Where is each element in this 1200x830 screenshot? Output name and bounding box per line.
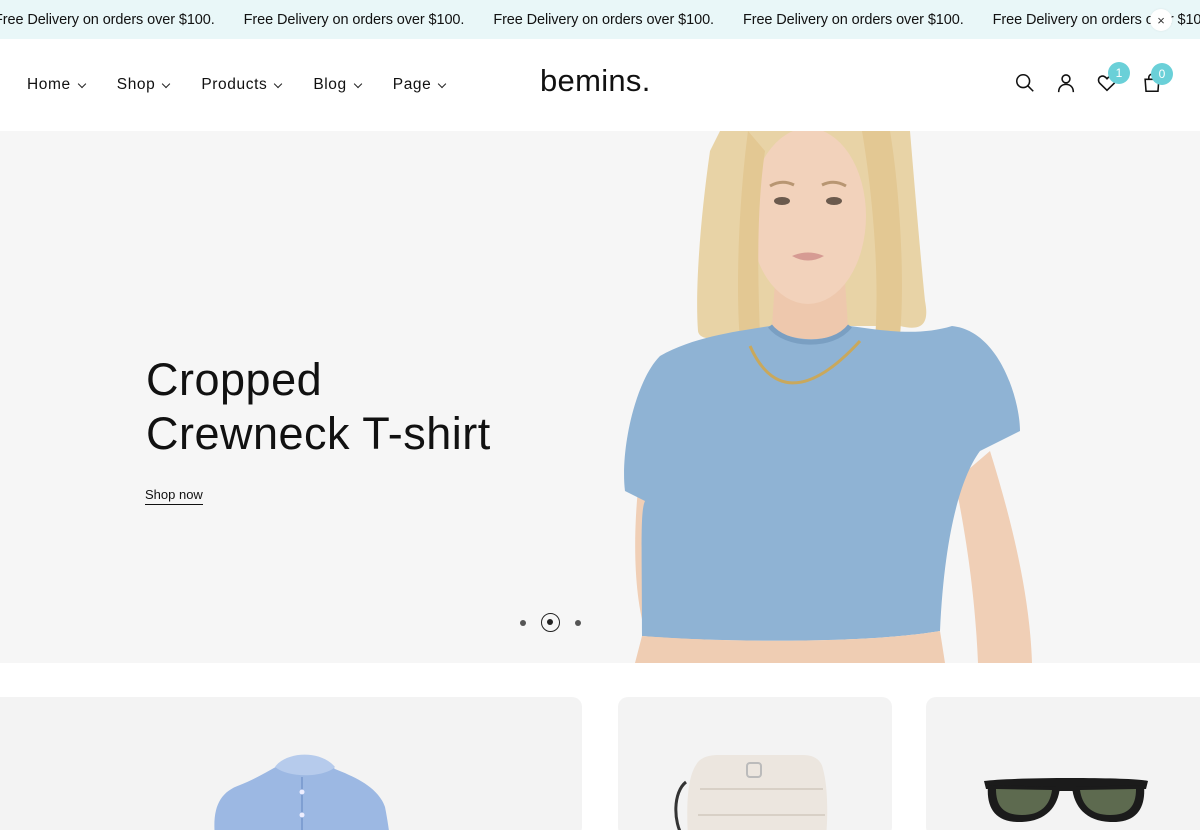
slide-dot-2[interactable]: [541, 613, 560, 632]
shop-now-link[interactable]: Shop now: [145, 487, 203, 505]
site-logo[interactable]: bemins.: [540, 63, 651, 99]
nav-item-products[interactable]: Products: [201, 76, 283, 94]
hero-title-line: Crewneck T-shirt: [146, 408, 491, 459]
chevron-down-icon: [77, 79, 86, 88]
chevron-down-icon: [162, 79, 171, 88]
search-button[interactable]: [1014, 72, 1038, 96]
blue-blouse-image: [214, 754, 389, 830]
cart-count-badge: 0: [1151, 63, 1173, 85]
site-header: Home Shop Products Blog Page bemins. 1 0: [0, 39, 1200, 131]
close-icon: ×: [1157, 12, 1165, 28]
announcement-text: Free Delivery on orders over $100.: [493, 11, 714, 28]
nav-item-page[interactable]: Page: [392, 76, 447, 94]
slider-pagination: [514, 613, 594, 633]
nav-item-home[interactable]: Home: [27, 76, 86, 94]
nav-item-label: Shop: [116, 76, 156, 93]
wishlist-button[interactable]: 1: [1096, 62, 1130, 96]
hero-model-image: [624, 131, 1032, 663]
hero-slider: Cropped Crewneck T-shirt Shop now: [0, 131, 1200, 663]
announcement-text: Free Delivery on orders over $100.: [243, 11, 465, 28]
close-announcement-button[interactable]: ×: [1150, 9, 1172, 31]
category-card-bag[interactable]: [618, 697, 892, 830]
user-icon: [1057, 74, 1075, 93]
announcement-bar: Free Delivery on orders over $100. Free …: [0, 0, 1200, 39]
nav-item-label: Blog: [313, 76, 347, 93]
account-button[interactable]: [1055, 72, 1079, 96]
chevron-down-icon: [438, 79, 447, 88]
hero-title: Cropped Crewneck T-shirt: [146, 353, 491, 461]
category-card-blouse[interactable]: [0, 697, 582, 830]
beige-bag-image: [674, 755, 828, 830]
sunglasses-image: [984, 778, 1148, 823]
category-card-sunglasses[interactable]: [926, 697, 1200, 830]
chevron-down-icon: [353, 79, 363, 88]
nav-item-label: Home: [27, 76, 71, 93]
wishlist-count-badge: 1: [1108, 62, 1130, 84]
nav-item-blog[interactable]: Blog: [313, 76, 363, 94]
announcement-text: Free Delivery on orders over $100.: [0, 11, 215, 28]
announcement-track: Free Delivery on orders over $100. Free …: [0, 0, 1200, 39]
chevron-down-icon: [274, 79, 283, 88]
nav-item-shop[interactable]: Shop: [116, 76, 171, 94]
slide-dot-1[interactable]: [520, 620, 526, 626]
slide-dot-3[interactable]: [575, 620, 581, 626]
nav-item-label: Page: [392, 76, 432, 93]
announcement-text: Free Delivery on orders over $100.: [742, 11, 964, 28]
main-nav: Home Shop Products Blog Page: [27, 39, 477, 131]
cart-button[interactable]: 0: [1141, 63, 1173, 96]
search-icon: [1015, 73, 1034, 92]
hero-title-line: Cropped: [146, 354, 323, 405]
nav-item-label: Products: [201, 76, 268, 93]
